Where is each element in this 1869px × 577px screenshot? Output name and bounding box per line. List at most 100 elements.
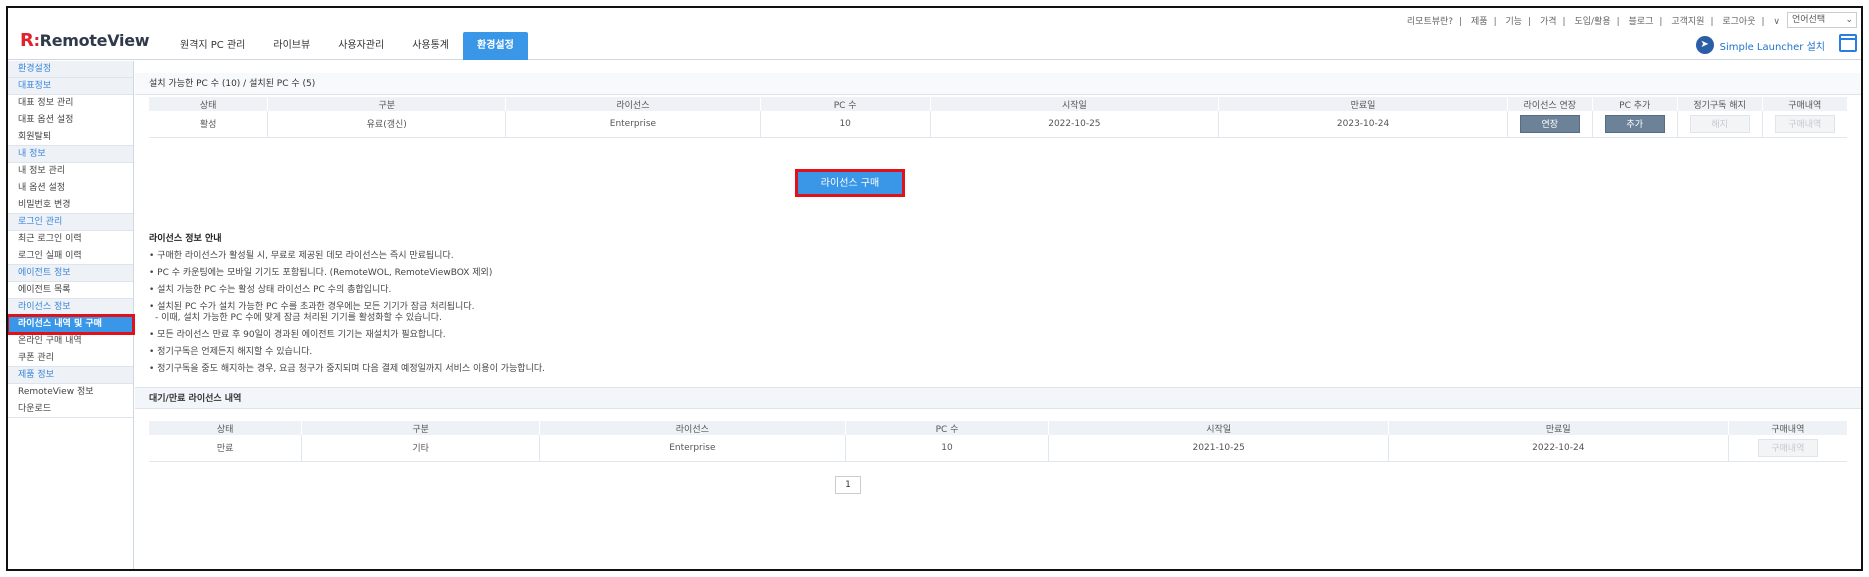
- sidebar-group-header: 에이전트 정보: [8, 265, 133, 282]
- col-status: 상태: [149, 421, 303, 435]
- separator: |: [1616, 17, 1620, 27]
- add-pc-button[interactable]: 추가: [1604, 114, 1665, 133]
- sidebar-item[interactable]: RemoteView 정보: [8, 384, 133, 401]
- separator: |: [1761, 17, 1765, 27]
- remoteview-logo[interactable]: R:RemoteView: [20, 30, 150, 51]
- license-summary-title: 설치 가능한 PC 수 (10) / 설치된 PC 수 (5): [135, 73, 1861, 95]
- expired-table-wrap: 상태 구분 라이선스 PC 수 시작일 만료일 구매내역 만료 기타 Enter…: [149, 421, 1847, 462]
- cell-license: Enterprise: [539, 435, 846, 462]
- info-line: • PC 수 카운팅에는 모바일 기기도 포함됩니다. (RemoteWOL, …: [149, 268, 493, 278]
- info-line-text: • 설치된 PC 수가 설치 가능한 PC 수를 초과한 경우에는 모든 기기가…: [149, 302, 475, 312]
- cell-type: 기타: [301, 435, 541, 462]
- nav-remote-pc[interactable]: 원격지 PC 관리: [166, 32, 259, 60]
- info-line: • 설치 가능한 PC 수는 활성 상태 라이선스 PC 수의 총합입니다.: [149, 285, 392, 295]
- license-table: 상태 구분 라이선스 PC 수 시작일 만료일 라이선스 연장 PC 추가 정기…: [149, 97, 1847, 138]
- sidebar-item[interactable]: 내 정보 관리: [8, 163, 133, 180]
- col-purchase-history: 구매내역: [1728, 421, 1847, 435]
- nav-user-management[interactable]: 사용자관리: [324, 32, 398, 60]
- cell-type: 유료(갱신): [267, 111, 507, 138]
- info-sub-line: - 이때, 설치 가능한 PC 수에 맞게 잠금 처리된 기기를 활성화할 수 …: [155, 313, 442, 323]
- link-about[interactable]: 리모트뷰란?: [1404, 17, 1456, 27]
- info-line: • 구매한 라이선스가 활성될 시, 무료로 제공된 데모 라이선스는 즉시 만…: [149, 251, 454, 261]
- col-type: 구분: [301, 421, 541, 435]
- separator: |: [1659, 17, 1663, 27]
- separator: |: [1528, 17, 1532, 27]
- simple-launcher-install[interactable]: ➤ Simple Launcher 설치: [1695, 36, 1825, 54]
- nav-usage-stats[interactable]: 사용통계: [398, 32, 463, 60]
- link-adoption[interactable]: 도입/활용: [1571, 17, 1613, 27]
- link-pricing[interactable]: 가격: [1537, 17, 1560, 27]
- sidebar-item[interactable]: 로그인 실패 이력: [8, 248, 133, 265]
- link-products[interactable]: 제품: [1468, 17, 1491, 27]
- top-links: 리모트뷰란? | 제품 | 기능 | 가격 | 도입/활용 | 블로그 | 고객지원 | 로그…: [1404, 14, 1783, 27]
- separator: |: [1459, 17, 1463, 27]
- col-pc-count: PC 수: [760, 97, 931, 111]
- sidebar-item[interactable]: 최근 로그인 이력: [8, 231, 133, 248]
- logo-mark: R: [20, 30, 34, 51]
- buy-license-button[interactable]: 라이선스 구매: [795, 169, 905, 197]
- col-license: 라이선스: [539, 421, 846, 435]
- license-table-wrap: 상태 구분 라이선스 PC 수 시작일 만료일 라이선스 연장 PC 추가 정기…: [149, 97, 1847, 138]
- sidebar-item[interactable]: 회원탈퇴: [8, 129, 133, 146]
- sidebar-item[interactable]: 다운로드: [8, 401, 133, 418]
- cell-end-date: 2022-10-24: [1388, 435, 1729, 462]
- app-window: R:RemoteView 원격지 PC 관리 라이브뷰 사용자관리 사용통계 환…: [6, 6, 1863, 571]
- col-license: 라이선스: [505, 97, 761, 111]
- sidebar: 환경설정 대표정보 대표 정보 관리 대표 옵션 설정 회원탈퇴 내 정보 내 정보 관리 내…: [8, 61, 135, 569]
- calendar-icon[interactable]: [1839, 34, 1857, 52]
- pagination-page-1[interactable]: 1: [835, 476, 861, 494]
- sidebar-item[interactable]: 쿠폰 관리: [8, 350, 133, 367]
- separator: |: [1710, 17, 1714, 27]
- table-row: 활성 유료(갱신) Enterprise 10 2022-10-25 2023-…: [149, 111, 1847, 138]
- language-select-value: 언어선택: [1792, 15, 1826, 25]
- cell-history: 구매내역: [1762, 111, 1847, 138]
- link-logout[interactable]: 로그아웃: [1719, 17, 1758, 27]
- chevron-down-icon[interactable]: ∨: [1770, 17, 1783, 27]
- sidebar-group-header: 대표정보: [8, 78, 133, 95]
- sidebar-item[interactable]: 비밀번호 변경: [8, 197, 133, 214]
- link-blog[interactable]: 블로그: [1626, 17, 1657, 27]
- separator: |: [1562, 17, 1566, 27]
- extend-button[interactable]: 연장: [1519, 114, 1580, 133]
- launcher-label: Simple Launcher 설치: [1719, 41, 1825, 53]
- sidebar-item[interactable]: 라이선스 내역 및 구매: [8, 314, 135, 335]
- col-purchase-history: 구매내역: [1762, 97, 1847, 111]
- sidebar-item[interactable]: 에이전트 목록: [8, 282, 133, 299]
- col-start-date: 시작일: [1048, 421, 1389, 435]
- link-features[interactable]: 기능: [1503, 17, 1526, 27]
- cell-license: Enterprise: [505, 111, 761, 138]
- chevron-down-icon: ⌄: [1845, 15, 1853, 25]
- expired-license-title: 대기/만료 라이선스 내역: [135, 387, 1861, 409]
- info-line: • 설치된 PC 수가 설치 가능한 PC 수를 초과한 경우에는 모든 기기가…: [149, 302, 849, 324]
- sidebar-item[interactable]: 내 옵션 설정: [8, 180, 133, 197]
- cell-start-date: 2022-10-25: [930, 111, 1220, 138]
- cell-status: 활성: [149, 111, 269, 138]
- cell-pc-count: 10: [845, 435, 1050, 462]
- link-support[interactable]: 고객지원: [1668, 17, 1707, 27]
- nav-settings[interactable]: 환경설정: [463, 32, 528, 60]
- main-nav: 원격지 PC 관리 라이브뷰 사용자관리 사용통계 환경설정: [166, 32, 528, 60]
- sidebar-item[interactable]: 대표 옵션 설정: [8, 112, 133, 129]
- sidebar-group-header: 로그인 관리: [8, 214, 133, 231]
- sidebar-group-header: 환경설정: [8, 61, 133, 78]
- col-extend: 라이선스 연장: [1507, 97, 1593, 111]
- sidebar-item[interactable]: 대표 정보 관리: [8, 95, 133, 112]
- info-line: • 모든 라이선스 만료 후 90일이 경과된 에이전트 기기는 재설치가 필요…: [149, 330, 446, 340]
- cell-extend: 연장: [1507, 111, 1593, 138]
- cell-pc-count: 10: [760, 111, 931, 138]
- cell-status: 만료: [149, 435, 303, 462]
- cell-end-date: 2023-10-24: [1218, 111, 1508, 138]
- sidebar-group-header: 제품 정보: [8, 367, 133, 384]
- cell-history: 구매내역: [1728, 435, 1847, 462]
- rocket-icon: ➤: [1695, 36, 1714, 54]
- table-header-row: 상태 구분 라이선스 PC 수 시작일 만료일 구매내역: [149, 421, 1847, 435]
- sidebar-group-header: 내 정보: [8, 146, 133, 163]
- info-line: • 정기구독은 언제든지 해지할 수 있습니다.: [149, 347, 313, 357]
- col-end-date: 만료일: [1218, 97, 1508, 111]
- nav-liveview[interactable]: 라이브뷰: [259, 32, 324, 60]
- table-row: 만료 기타 Enterprise 10 2021-10-25 2022-10-2…: [149, 435, 1847, 462]
- col-add-pc: PC 추가: [1592, 97, 1678, 111]
- purchase-history-button: 구매내역: [1757, 438, 1818, 457]
- language-select[interactable]: 언어선택 ⌄: [1787, 12, 1857, 28]
- sidebar-item[interactable]: 온라인 구매 내역: [8, 333, 133, 350]
